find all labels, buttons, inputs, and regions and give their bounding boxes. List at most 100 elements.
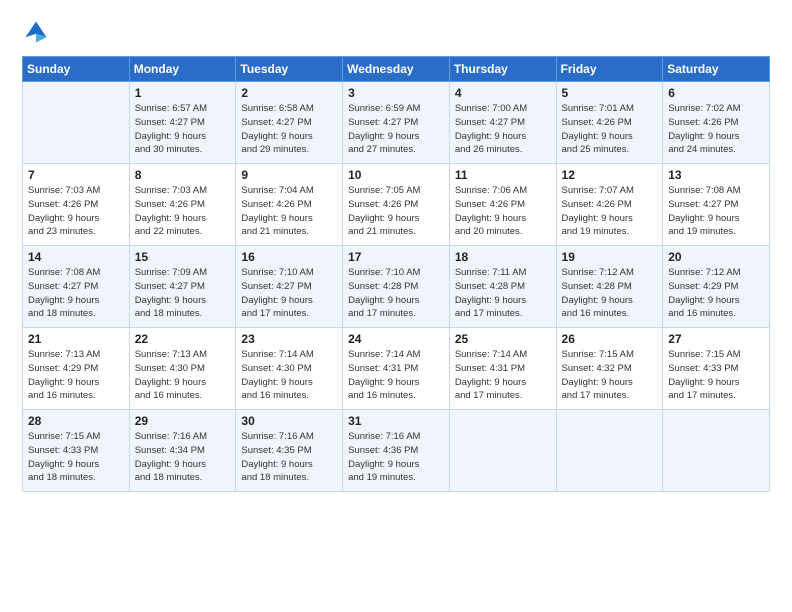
logo (22, 18, 54, 46)
calendar-cell: 25 Sunrise: 7:14 AM Sunset: 4:31 PM Dayli… (449, 328, 556, 410)
calendar-cell: 14 Sunrise: 7:08 AM Sunset: 4:27 PM Dayli… (23, 246, 130, 328)
calendar-cell: 10 Sunrise: 7:05 AM Sunset: 4:26 PM Dayli… (343, 164, 450, 246)
calendar-cell: 31 Sunrise: 7:16 AM Sunset: 4:36 PM Dayli… (343, 410, 450, 492)
day-number: 10 (348, 168, 444, 182)
weekday-header: Wednesday (343, 57, 450, 82)
logo-icon (22, 18, 50, 46)
day-info: Sunrise: 7:00 AM Sunset: 4:27 PM Dayligh… (455, 102, 551, 157)
day-number: 1 (135, 86, 231, 100)
calendar-cell: 15 Sunrise: 7:09 AM Sunset: 4:27 PM Dayli… (129, 246, 236, 328)
calendar-cell (556, 410, 663, 492)
day-info: Sunrise: 7:16 AM Sunset: 4:35 PM Dayligh… (241, 430, 337, 485)
day-number: 14 (28, 250, 124, 264)
calendar-cell: 6 Sunrise: 7:02 AM Sunset: 4:26 PM Daylig… (663, 82, 770, 164)
day-info: Sunrise: 7:15 AM Sunset: 4:33 PM Dayligh… (28, 430, 124, 485)
calendar-cell: 23 Sunrise: 7:14 AM Sunset: 4:30 PM Dayli… (236, 328, 343, 410)
calendar-cell: 5Sunrise: 7:01 AM Sunset: 4:26 PM Daylig… (556, 82, 663, 164)
day-number: 25 (455, 332, 551, 346)
day-info: Sunrise: 7:14 AM Sunset: 4:31 PM Dayligh… (455, 348, 551, 403)
weekday-header: Saturday (663, 57, 770, 82)
calendar-cell: 21 Sunrise: 7:13 AM Sunset: 4:29 PM Dayli… (23, 328, 130, 410)
calendar-cell: 22Sunrise: 7:13 AM Sunset: 4:30 PM Dayli… (129, 328, 236, 410)
calendar-week-row: 1Sunrise: 6:57 AM Sunset: 4:27 PM Daylig… (23, 82, 770, 164)
day-info: Sunrise: 7:12 AM Sunset: 4:28 PM Dayligh… (562, 266, 658, 321)
calendar-week-row: 14 Sunrise: 7:08 AM Sunset: 4:27 PM Dayli… (23, 246, 770, 328)
day-info: Sunrise: 7:13 AM Sunset: 4:29 PM Dayligh… (28, 348, 124, 403)
calendar-week-row: 28Sunrise: 7:15 AM Sunset: 4:33 PM Dayli… (23, 410, 770, 492)
day-number: 4 (455, 86, 551, 100)
weekday-header-row: SundayMondayTuesdayWednesdayThursdayFrid… (23, 57, 770, 82)
weekday-header: Sunday (23, 57, 130, 82)
day-info: Sunrise: 7:03 AM Sunset: 4:26 PM Dayligh… (28, 184, 124, 239)
calendar-table: SundayMondayTuesdayWednesdayThursdayFrid… (22, 56, 770, 492)
day-info: Sunrise: 7:04 AM Sunset: 4:26 PM Dayligh… (241, 184, 337, 239)
day-number: 31 (348, 414, 444, 428)
day-info: Sunrise: 7:15 AM Sunset: 4:33 PM Dayligh… (668, 348, 764, 403)
day-info: Sunrise: 7:11 AM Sunset: 4:28 PM Dayligh… (455, 266, 551, 321)
day-info: Sunrise: 7:09 AM Sunset: 4:27 PM Dayligh… (135, 266, 231, 321)
day-info: Sunrise: 7:14 AM Sunset: 4:31 PM Dayligh… (348, 348, 444, 403)
day-info: Sunrise: 7:03 AM Sunset: 4:26 PM Dayligh… (135, 184, 231, 239)
day-number: 27 (668, 332, 764, 346)
calendar-cell: 27 Sunrise: 7:15 AM Sunset: 4:33 PM Dayli… (663, 328, 770, 410)
day-info: Sunrise: 7:06 AM Sunset: 4:26 PM Dayligh… (455, 184, 551, 239)
calendar-cell: 19Sunrise: 7:12 AM Sunset: 4:28 PM Dayli… (556, 246, 663, 328)
day-info: Sunrise: 7:08 AM Sunset: 4:27 PM Dayligh… (668, 184, 764, 239)
weekday-header: Thursday (449, 57, 556, 82)
calendar-cell: 16 Sunrise: 7:10 AM Sunset: 4:27 PM Dayli… (236, 246, 343, 328)
day-number: 5 (562, 86, 658, 100)
day-info: Sunrise: 7:14 AM Sunset: 4:30 PM Dayligh… (241, 348, 337, 403)
weekday-header: Tuesday (236, 57, 343, 82)
calendar-cell: 12Sunrise: 7:07 AM Sunset: 4:26 PM Dayli… (556, 164, 663, 246)
calendar-cell: 1Sunrise: 6:57 AM Sunset: 4:27 PM Daylig… (129, 82, 236, 164)
day-number: 16 (241, 250, 337, 264)
day-info: Sunrise: 7:16 AM Sunset: 4:34 PM Dayligh… (135, 430, 231, 485)
day-number: 8 (135, 168, 231, 182)
header (22, 18, 770, 46)
day-number: 2 (241, 86, 337, 100)
day-number: 22 (135, 332, 231, 346)
day-info: Sunrise: 7:07 AM Sunset: 4:26 PM Dayligh… (562, 184, 658, 239)
calendar-cell: 4 Sunrise: 7:00 AM Sunset: 4:27 PM Daylig… (449, 82, 556, 164)
calendar-cell: 2Sunrise: 6:58 AM Sunset: 4:27 PM Daylig… (236, 82, 343, 164)
day-info: Sunrise: 7:08 AM Sunset: 4:27 PM Dayligh… (28, 266, 124, 321)
calendar-cell: 8 Sunrise: 7:03 AM Sunset: 4:26 PM Daylig… (129, 164, 236, 246)
day-info: Sunrise: 7:15 AM Sunset: 4:32 PM Dayligh… (562, 348, 658, 403)
calendar-week-row: 21 Sunrise: 7:13 AM Sunset: 4:29 PM Dayli… (23, 328, 770, 410)
calendar-cell: 20 Sunrise: 7:12 AM Sunset: 4:29 PM Dayli… (663, 246, 770, 328)
day-info: Sunrise: 7:02 AM Sunset: 4:26 PM Dayligh… (668, 102, 764, 157)
calendar-cell: 7 Sunrise: 7:03 AM Sunset: 4:26 PM Daylig… (23, 164, 130, 246)
calendar-cell: 24 Sunrise: 7:14 AM Sunset: 4:31 PM Dayli… (343, 328, 450, 410)
day-number: 20 (668, 250, 764, 264)
page: SundayMondayTuesdayWednesdayThursdayFrid… (0, 0, 792, 612)
calendar-cell (449, 410, 556, 492)
calendar-cell: 17 Sunrise: 7:10 AM Sunset: 4:28 PM Dayli… (343, 246, 450, 328)
day-number: 9 (241, 168, 337, 182)
day-number: 6 (668, 86, 764, 100)
calendar-cell: 11 Sunrise: 7:06 AM Sunset: 4:26 PM Dayli… (449, 164, 556, 246)
day-number: 15 (135, 250, 231, 264)
calendar-cell: 26 Sunrise: 7:15 AM Sunset: 4:32 PM Dayli… (556, 328, 663, 410)
day-info: Sunrise: 7:16 AM Sunset: 4:36 PM Dayligh… (348, 430, 444, 485)
day-number: 7 (28, 168, 124, 182)
day-number: 3 (348, 86, 444, 100)
day-number: 21 (28, 332, 124, 346)
day-number: 30 (241, 414, 337, 428)
day-info: Sunrise: 6:59 AM Sunset: 4:27 PM Dayligh… (348, 102, 444, 157)
day-number: 23 (241, 332, 337, 346)
calendar-cell: 9 Sunrise: 7:04 AM Sunset: 4:26 PM Daylig… (236, 164, 343, 246)
day-info: Sunrise: 7:10 AM Sunset: 4:28 PM Dayligh… (348, 266, 444, 321)
day-number: 11 (455, 168, 551, 182)
calendar-cell: 29Sunrise: 7:16 AM Sunset: 4:34 PM Dayli… (129, 410, 236, 492)
calendar-cell: 13Sunrise: 7:08 AM Sunset: 4:27 PM Dayli… (663, 164, 770, 246)
day-info: Sunrise: 7:12 AM Sunset: 4:29 PM Dayligh… (668, 266, 764, 321)
day-number: 26 (562, 332, 658, 346)
day-number: 24 (348, 332, 444, 346)
calendar-cell (23, 82, 130, 164)
calendar-cell: 18Sunrise: 7:11 AM Sunset: 4:28 PM Dayli… (449, 246, 556, 328)
day-number: 17 (348, 250, 444, 264)
weekday-header: Monday (129, 57, 236, 82)
day-info: Sunrise: 7:05 AM Sunset: 4:26 PM Dayligh… (348, 184, 444, 239)
weekday-header: Friday (556, 57, 663, 82)
day-info: Sunrise: 7:10 AM Sunset: 4:27 PM Dayligh… (241, 266, 337, 321)
